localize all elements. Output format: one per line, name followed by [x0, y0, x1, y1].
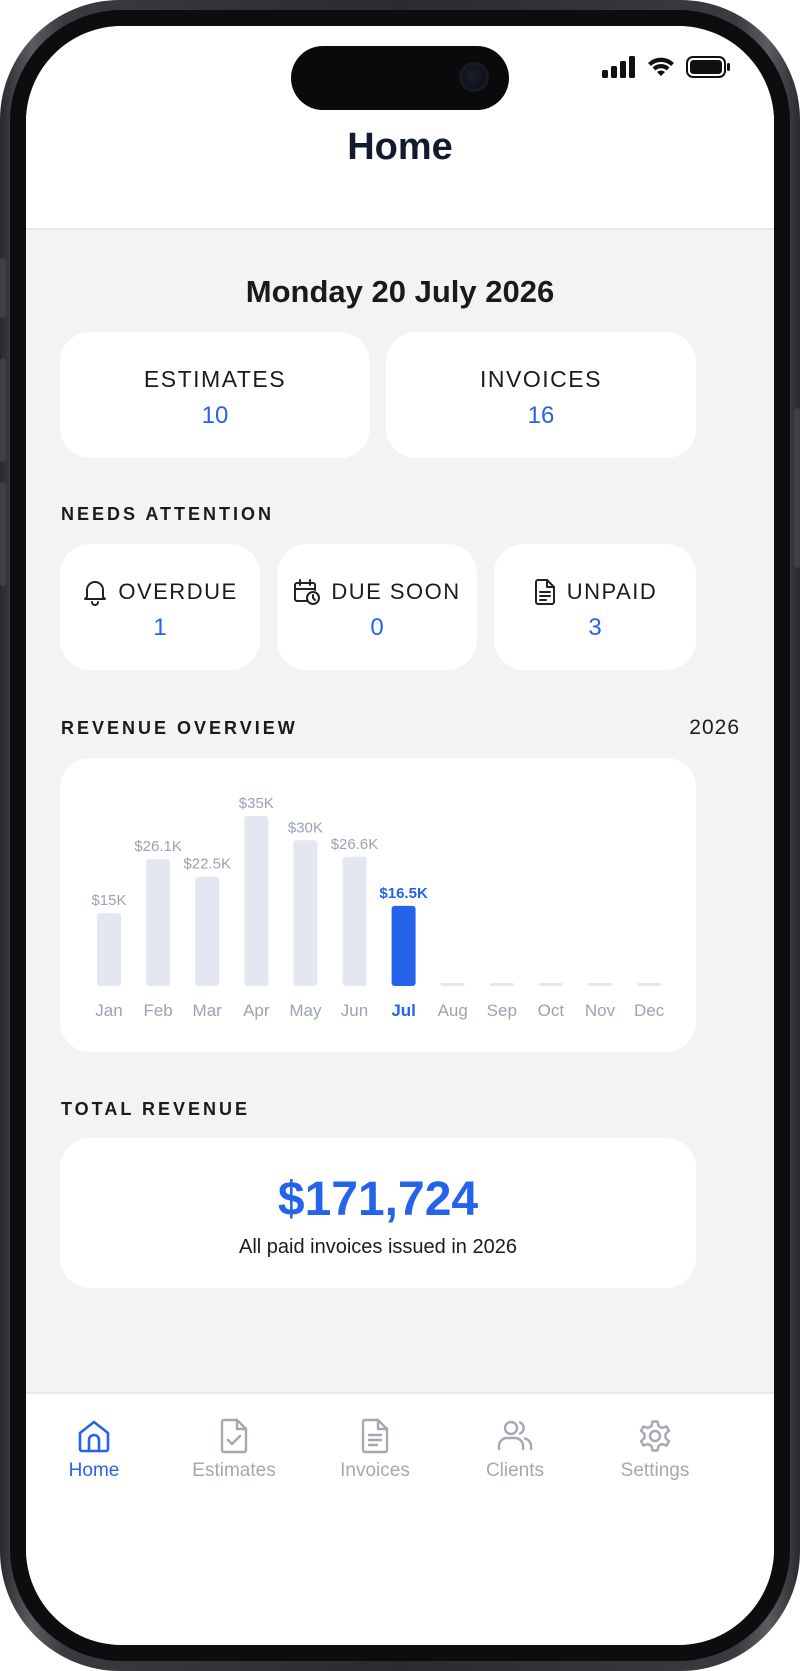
- volume-up-button: [0, 358, 6, 462]
- home-icon: [78, 1420, 110, 1453]
- bar-sep[interactable]: [489, 983, 514, 986]
- unpaid-count: 3: [588, 614, 602, 641]
- mute-switch: [0, 258, 6, 318]
- value-label-may: $30K: [288, 819, 323, 836]
- revenue-chart-card: $15K Jan $26.1K Feb $22.5K Mar $35K Apr $30K May $…: [60, 758, 696, 1052]
- month-label-jul: Jul: [391, 1001, 416, 1020]
- volume-down-button: [0, 482, 6, 586]
- dynamic-island: [291, 46, 509, 110]
- tab-invoices[interactable]: Invoices: [310, 1416, 440, 1482]
- overdue-count: 1: [153, 614, 167, 641]
- screen: Home Monday 20 July 2026 ESTIMATES 10 IN…: [26, 26, 774, 1645]
- bar-jun[interactable]: [342, 856, 367, 986]
- overdue-card[interactable]: OVERDUE 1: [60, 544, 260, 670]
- value-label-jul: $16.5K: [379, 885, 428, 902]
- tab-settings[interactable]: Settings: [590, 1416, 720, 1482]
- page-title: Home: [347, 126, 453, 168]
- total-revenue-card: $171,724 All paid invoices issued in 202…: [60, 1138, 696, 1288]
- unpaid-card[interactable]: UNPAID 3: [494, 544, 696, 670]
- users-icon: [497, 1420, 533, 1451]
- month-label-nov: Nov: [585, 1001, 616, 1020]
- estimates-label: ESTIMATES: [143, 366, 287, 392]
- month-label-aug: Aug: [438, 1001, 468, 1020]
- total-revenue-subtitle: All paid invoices issued in 2026: [239, 1236, 517, 1258]
- estimate-document-icon: [220, 1418, 248, 1454]
- document-icon: [534, 579, 555, 605]
- due-soon-label: DUE SOON: [331, 579, 461, 604]
- month-label-dec: Dec: [634, 1001, 665, 1020]
- bar-dec[interactable]: [637, 983, 662, 986]
- phone-frame: Home Monday 20 July 2026 ESTIMATES 10 IN…: [0, 0, 800, 1671]
- invoices-label: INVOICES: [480, 366, 602, 392]
- bar-nov[interactable]: [588, 983, 612, 986]
- month-label-may: May: [289, 1001, 322, 1020]
- month-label-oct: Oct: [538, 1001, 565, 1020]
- needs-attention-heading: NEEDS ATTENTION: [61, 504, 275, 524]
- value-label-feb: $26.1K: [134, 838, 182, 855]
- month-label-apr: Apr: [243, 1001, 270, 1020]
- bell-icon: [84, 581, 107, 606]
- value-label-jun: $26.6K: [331, 836, 379, 853]
- gear-icon: [639, 1420, 671, 1452]
- due-soon-label-row: DUE SOON: [277, 578, 477, 606]
- cellular-signal-icon: [602, 56, 635, 78]
- bar-jan[interactable]: [97, 913, 121, 986]
- revenue-year: 2026: [689, 716, 740, 739]
- month-label-jan: Jan: [95, 1001, 122, 1020]
- tab-home[interactable]: Home: [29, 1416, 159, 1482]
- value-label-mar: $22.5K: [183, 856, 231, 873]
- tab-bar: Home Estimates Invoices Clients Settings: [26, 1392, 774, 1645]
- tab-estimates-label: Estimates: [192, 1460, 276, 1481]
- status-bar: [602, 54, 732, 80]
- estimates-card[interactable]: ESTIMATES 10: [60, 332, 370, 458]
- overdue-label-row: OVERDUE: [60, 578, 260, 606]
- tab-settings-label: Settings: [620, 1460, 690, 1481]
- bar-apr[interactable]: [244, 816, 269, 986]
- bar-oct[interactable]: [538, 983, 563, 986]
- value-label-jan: $15K: [91, 892, 126, 909]
- camera-icon: [459, 62, 489, 92]
- estimates-count: 10: [201, 402, 229, 429]
- tab-invoices-label: Invoices: [340, 1460, 410, 1481]
- bar-jul[interactable]: [391, 905, 416, 986]
- tab-clients[interactable]: Clients: [450, 1416, 580, 1482]
- bar-mar[interactable]: [195, 876, 220, 986]
- revenue-bar-chart: $15K Jan $26.1K Feb $22.5K Mar $35K Apr $30K May $…: [91, 795, 665, 1020]
- invoices-count: 16: [527, 402, 555, 429]
- unpaid-label: UNPAID: [566, 579, 658, 604]
- month-label-sep: Sep: [487, 1001, 517, 1020]
- month-label-feb: Feb: [143, 1001, 172, 1020]
- current-date: Monday 20 July 2026: [245, 274, 555, 309]
- month-label-jun: Jun: [341, 1001, 368, 1020]
- bar-aug[interactable]: [440, 983, 465, 986]
- invoices-card[interactable]: INVOICES 16: [386, 332, 696, 458]
- header: Home: [26, 26, 774, 230]
- total-revenue-heading: TOTAL REVENUE: [61, 1099, 251, 1119]
- wifi-icon: [648, 57, 674, 76]
- revenue-overview-heading: REVENUE OVERVIEW: [61, 718, 298, 738]
- power-button: [794, 408, 800, 568]
- battery-icon: [686, 56, 730, 78]
- due-soon-card[interactable]: DUE SOON 0: [277, 544, 477, 670]
- invoice-document-icon: [361, 1418, 389, 1454]
- tab-estimates[interactable]: Estimates: [169, 1416, 299, 1482]
- overdue-label: OVERDUE: [118, 579, 238, 604]
- unpaid-label-row: UNPAID: [494, 578, 696, 606]
- bar-may[interactable]: [293, 840, 318, 986]
- bar-feb[interactable]: [146, 859, 171, 986]
- tab-clients-label: Clients: [485, 1460, 545, 1481]
- tab-home-label: Home: [68, 1460, 120, 1481]
- value-label-apr: $35K: [239, 795, 274, 812]
- month-label-mar: Mar: [193, 1001, 223, 1020]
- due-soon-count: 0: [370, 614, 384, 641]
- total-revenue-amount: $171,724: [277, 1173, 479, 1226]
- calendar-clock-icon: [294, 579, 321, 605]
